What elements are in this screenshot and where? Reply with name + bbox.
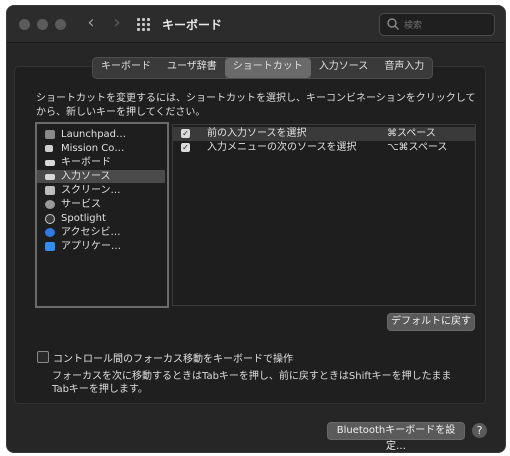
shortcut-key[interactable]: ⌘スペース bbox=[387, 127, 436, 141]
help-button[interactable]: ? bbox=[472, 423, 487, 438]
services-gear-icon bbox=[45, 200, 55, 209]
tab-input-sources[interactable]: 入力ソース bbox=[311, 58, 377, 78]
category-item-mission-control[interactable]: Mission Co… bbox=[37, 142, 165, 155]
shortcut-key[interactable]: ⌥⌘スペース bbox=[387, 141, 447, 155]
keyboard-navigation-checkbox[interactable] bbox=[37, 351, 49, 363]
tab-shortcuts[interactable]: ショートカット bbox=[224, 58, 311, 78]
category-label: Launchpad… bbox=[61, 129, 127, 140]
keyboard-icon bbox=[45, 160, 55, 166]
category-label: Spotlight bbox=[61, 213, 106, 224]
launchpad-icon bbox=[45, 130, 55, 139]
tab-dictation[interactable]: 音声入力 bbox=[376, 58, 432, 78]
category-item-screenshots[interactable]: スクリーン… bbox=[37, 184, 165, 197]
screenshot-icon bbox=[45, 186, 55, 195]
show-all-grid-icon[interactable] bbox=[137, 18, 151, 31]
category-label: アプリケー… bbox=[61, 241, 121, 252]
forward-button[interactable]: › bbox=[107, 14, 127, 33]
minimize-window-button[interactable] bbox=[37, 19, 48, 30]
keyboard-navigation-label: コントロール間のフォーカス移動をキーボードで操作 bbox=[53, 354, 293, 365]
spotlight-icon bbox=[45, 214, 55, 224]
tab-keyboard[interactable]: キーボード bbox=[93, 58, 159, 78]
category-item-services[interactable]: サービス bbox=[37, 198, 165, 211]
category-item-accessibility[interactable]: アクセシビ… bbox=[37, 226, 165, 239]
category-label: スクリーン… bbox=[61, 185, 121, 196]
back-button[interactable]: ‹ bbox=[81, 14, 101, 33]
title-bar: ‹ › キーボード 検索 bbox=[7, 6, 505, 43]
input-source-icon bbox=[45, 174, 55, 180]
shortcut-table[interactable]: ✓ 前の入力ソースを選択 ⌘スペース ✓ 入力メニューの次のソースを選択 ⌥⌘ス… bbox=[172, 124, 476, 306]
window-title: キーボード bbox=[162, 18, 223, 32]
category-item-launchpad[interactable]: Launchpad… bbox=[37, 128, 165, 141]
restore-defaults-button[interactable]: デフォルトに戻す bbox=[387, 313, 475, 331]
tab-bar: キーボード ユーザ辞書 ショートカット 入力ソース 音声入力 bbox=[92, 57, 434, 79]
search-field[interactable]: 検索 bbox=[379, 13, 495, 36]
category-item-spotlight[interactable]: Spotlight bbox=[37, 212, 165, 225]
search-placeholder: 検索 bbox=[404, 21, 423, 31]
shortcut-name: 入力メニューの次のソースを選択 bbox=[207, 142, 357, 153]
category-label: 入力ソース bbox=[61, 171, 111, 182]
category-item-input-sources[interactable]: 入力ソース bbox=[37, 170, 165, 183]
shortcut-name: 前の入力ソースを選択 bbox=[207, 128, 307, 139]
zoom-window-button[interactable] bbox=[55, 19, 66, 30]
category-label: Mission Co… bbox=[61, 143, 125, 154]
accessibility-icon bbox=[45, 228, 55, 237]
keyboard-navigation-note: フォーカスを次に移動するときはTabキーを押し、前に戻すときはShiftキーを押… bbox=[52, 371, 452, 395]
shortcut-row[interactable]: ✓ 前の入力ソースを選択 ⌘スペース bbox=[173, 127, 475, 141]
setup-bluetooth-keyboard-button[interactable]: Bluetoothキーボードを設定… bbox=[327, 422, 465, 452]
category-item-keyboard[interactable]: キーボード bbox=[37, 156, 165, 169]
app-store-icon bbox=[45, 242, 55, 251]
shortcut-enabled-checkbox[interactable]: ✓ bbox=[181, 129, 190, 138]
category-label: アクセシビ… bbox=[61, 227, 121, 238]
search-icon bbox=[387, 18, 399, 30]
tab-user-dictionary[interactable]: ユーザ辞書 bbox=[159, 58, 225, 78]
shortcuts-description: ショートカットを変更するには、ショートカットを選択し、キーコンビネーションをクリ… bbox=[36, 93, 476, 118]
category-label: サービス bbox=[61, 199, 101, 210]
category-label: キーボード bbox=[61, 157, 111, 168]
category-item-app-shortcuts[interactable]: アプリケー… bbox=[37, 240, 165, 253]
shortcut-enabled-checkbox[interactable]: ✓ bbox=[181, 143, 190, 152]
shortcut-row[interactable]: ✓ 入力メニューの次のソースを選択 ⌥⌘スペース bbox=[173, 141, 475, 155]
mission-control-icon bbox=[45, 145, 53, 152]
shortcut-category-list[interactable]: Launchpad… Mission Co… キーボード 入力ソース スクリーン… bbox=[35, 122, 169, 308]
close-window-button[interactable] bbox=[19, 19, 30, 30]
